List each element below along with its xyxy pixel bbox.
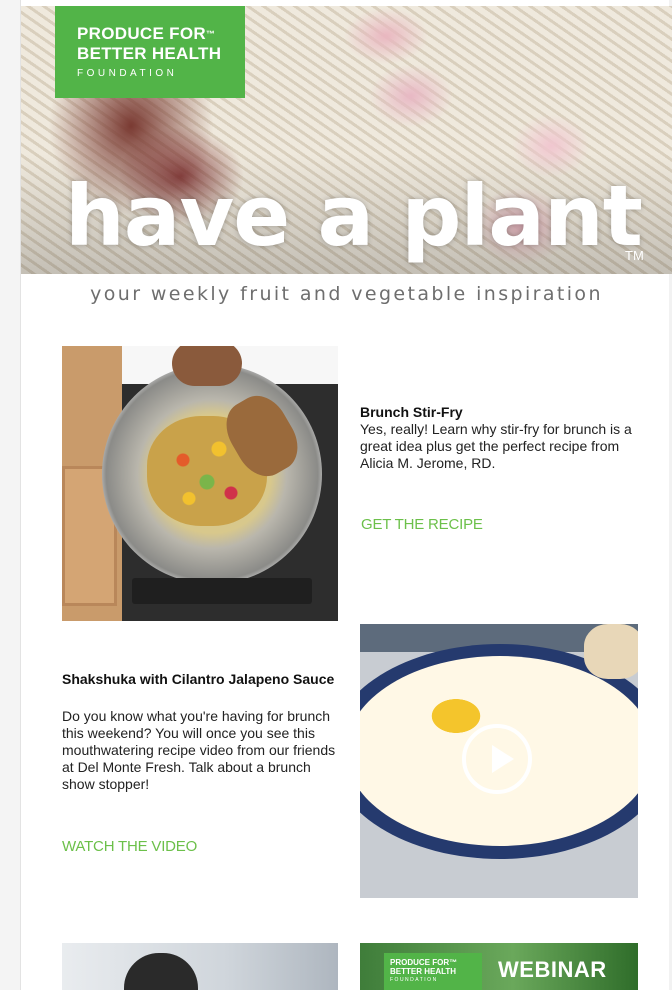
person-head	[124, 953, 198, 990]
tagline: your weekly fruit and vegetable inspirat…	[90, 283, 603, 305]
webinar-logo-line-1: PRODUCE FOR™	[390, 958, 458, 967]
play-triangle-icon	[492, 745, 514, 773]
webinar-logo-line-2: BETTER HEALTH	[390, 967, 457, 976]
article-title-shakshuka: Shakshuka with Cilantro Jalapeno Sauce	[62, 671, 335, 687]
stove-control-panel	[132, 578, 312, 604]
shakshuka-video-thumbnail[interactable]	[360, 624, 638, 898]
webinar-logo-line-3: FOUNDATION	[390, 977, 438, 983]
person-photo[interactable]	[62, 943, 338, 990]
logo-line-3: FOUNDATION	[77, 68, 178, 79]
webinar-logo: PRODUCE FOR™ BETTER HEALTH FOUNDATION	[384, 953, 482, 990]
logo-line-2: BETTER HEALTH	[77, 44, 222, 63]
hand	[172, 346, 242, 386]
hero-banner: PRODUCE FOR™ BETTER HEALTH FOUNDATION ha…	[21, 6, 672, 274]
hero-trademark: TM	[625, 248, 644, 263]
brunch-stir-fry-image[interactable]	[62, 346, 338, 621]
bread	[584, 624, 638, 679]
article-body-brunch-stir-fry: Yes, really! Learn why stir-fry for brun…	[360, 421, 632, 471]
get-the-recipe-link[interactable]: GET THE RECIPE	[361, 516, 483, 533]
watch-the-video-link[interactable]: WATCH THE VIDEO	[62, 838, 197, 855]
email-frame-left	[0, 0, 21, 990]
article-title-brunch-stir-fry: Brunch Stir-Fry	[360, 404, 463, 420]
webinar-banner[interactable]: PRODUCE FOR™ BETTER HEALTH FOUNDATION WE…	[360, 943, 638, 990]
play-icon[interactable]	[462, 724, 532, 794]
brand-logo[interactable]: PRODUCE FOR™ BETTER HEALTH FOUNDATION	[55, 6, 245, 98]
logo-line-1: PRODUCE FOR™	[77, 24, 216, 43]
webinar-label: WEBINAR	[498, 957, 607, 982]
article-body-shakshuka: Do you know what you're having for brunc…	[62, 708, 336, 792]
hero-title: have a plant	[65, 167, 643, 265]
